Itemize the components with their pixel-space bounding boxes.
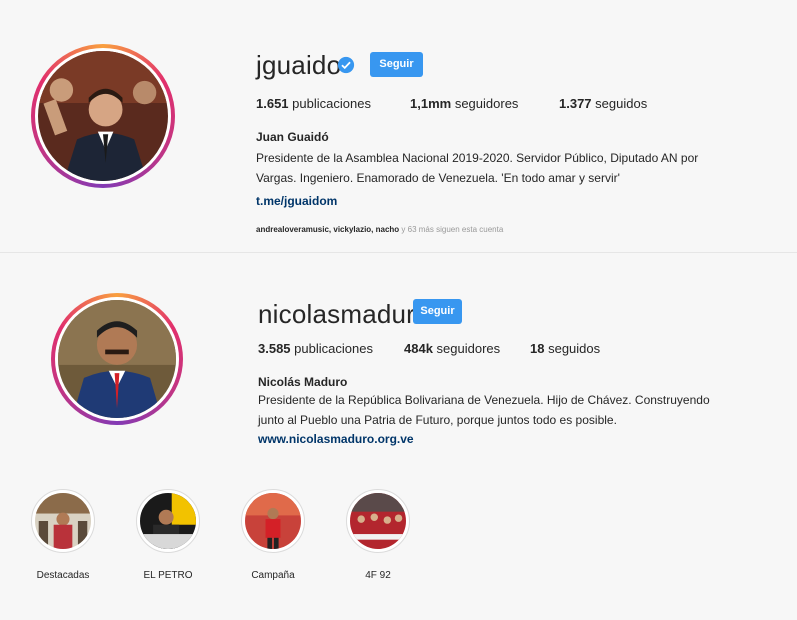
website-link[interactable]: t.me/jguaidom [256, 194, 337, 208]
followers-count[interactable]: 484k seguidores [404, 341, 530, 356]
bio-line: Vargas. Ingeniero. Enamorado de Venezuel… [256, 171, 620, 185]
full-name: Juan Guaidó [256, 130, 329, 144]
bio-line: Presidente de la República Bolivariana d… [258, 393, 710, 407]
highlight-label: Campaña [251, 570, 295, 581]
following-count[interactable]: 18 seguidos [530, 341, 600, 356]
profile-photo [38, 51, 168, 181]
story-highlight-4f-92[interactable]: 4F 92 [343, 489, 413, 581]
story-highlight-destacadas[interactable]: Destacadas [28, 489, 98, 581]
story-highlight-campana[interactable]: Campaña [238, 489, 308, 581]
highlight-label: EL PETRO [143, 570, 193, 581]
profile-avatar[interactable] [31, 44, 175, 188]
bio-line: Presidente de la Asamblea Nacional 2019-… [256, 151, 699, 165]
following-count[interactable]: 1.377 seguidos [559, 96, 647, 111]
profile-avatar[interactable] [51, 293, 183, 425]
highlight-cover-image [140, 493, 196, 549]
profile-header-jguaido: jguaido Seguir 1.651 publicaciones 1,1mm… [0, 0, 797, 252]
highlight-cover-image [35, 493, 91, 549]
verified-badge-icon [337, 56, 355, 74]
bio: Presidente de la Asamblea Nacional 2019-… [256, 148, 786, 188]
posts-count[interactable]: 3.585 publicaciones [258, 341, 404, 356]
posts-count[interactable]: 1.651 publicaciones [256, 96, 410, 111]
follow-button[interactable]: Seguir [413, 299, 462, 324]
bio-line: junto al Pueblo una Patria de Futuro, po… [258, 413, 617, 427]
profile-photo [58, 300, 176, 418]
highlight-cover-image [350, 493, 406, 549]
bio: Presidente de la República Bolivariana d… [258, 390, 788, 430]
highlight-cover-image [245, 493, 301, 549]
profile-header-nicolasmaduro: nicolasmaduro Seguir 3.585 publicaciones… [0, 252, 797, 620]
highlight-label: 4F 92 [365, 570, 391, 581]
highlight-label: Destacadas [36, 570, 90, 581]
username: jguaido [256, 50, 342, 80]
story-highlight-el-petro[interactable]: EL PETRO [133, 489, 203, 581]
full-name: Nicolás Maduro [258, 375, 348, 389]
profile-stats: 1.651 publicaciones 1,1mm seguidores 1.3… [256, 96, 647, 111]
followed-by[interactable]: andrealoveramusic, vickylazio, nacho y 6… [256, 225, 503, 234]
website-link[interactable]: www.nicolasmaduro.org.ve [258, 432, 414, 446]
follow-button[interactable]: Seguir [370, 52, 423, 77]
username: nicolasmaduro [258, 299, 430, 329]
followers-count[interactable]: 1,1mm seguidores [410, 96, 559, 111]
profile-stats: 3.585 publicaciones 484k seguidores 18 s… [258, 341, 600, 356]
